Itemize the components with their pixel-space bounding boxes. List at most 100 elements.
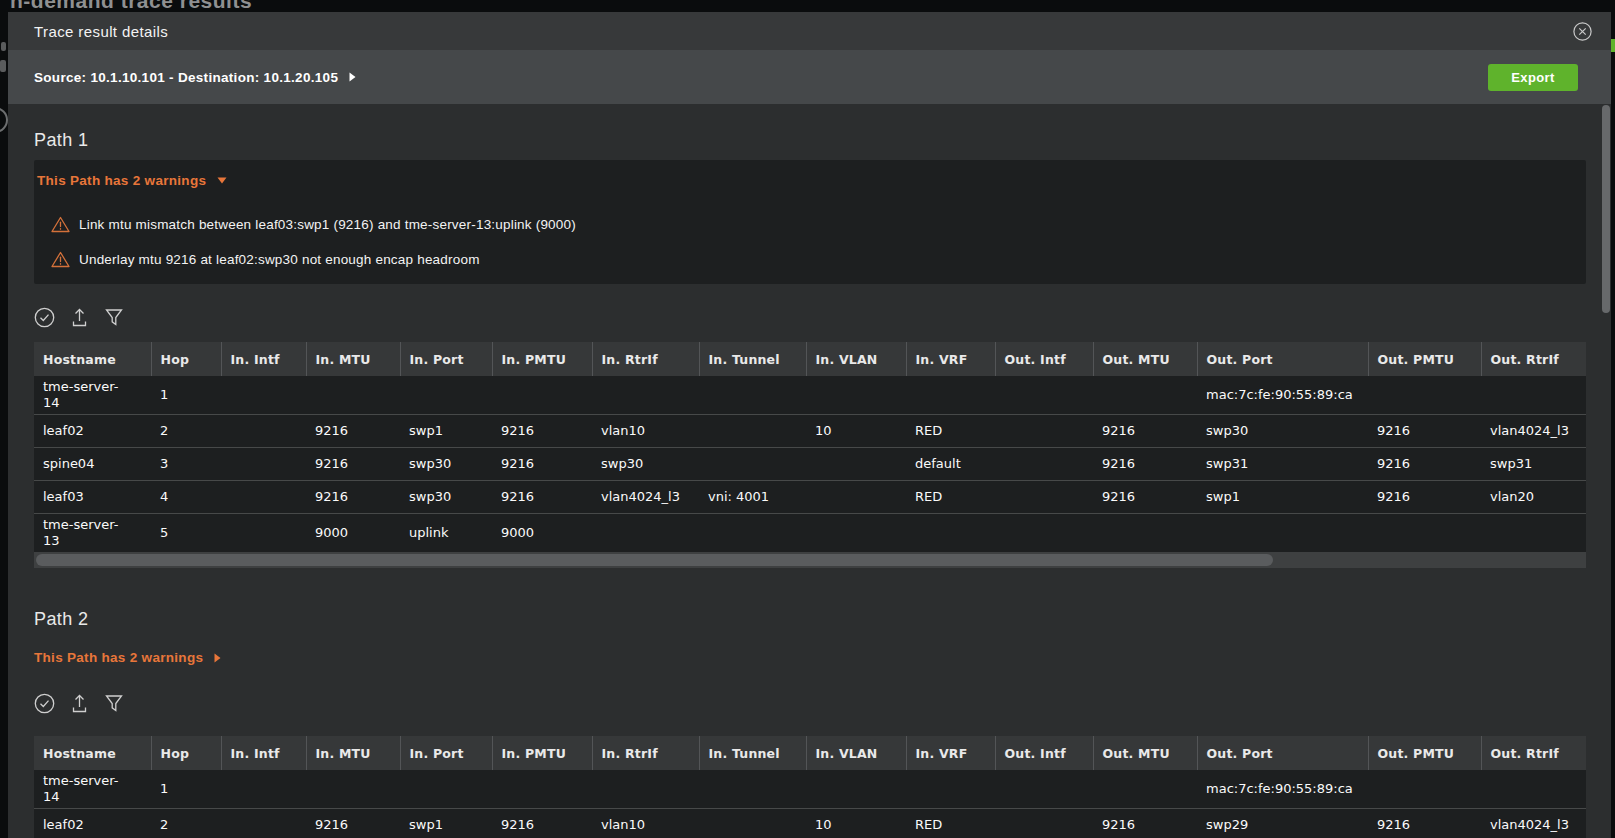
horizontal-scrollbar-thumb[interactable] bbox=[36, 554, 1273, 566]
filter-funnel-icon[interactable] bbox=[104, 307, 124, 328]
cell bbox=[1481, 514, 1586, 553]
column-header-out-pmtu[interactable]: Out. PMTU bbox=[1368, 342, 1481, 376]
modal-body: Path 1 This Path has 2 warnings Link mtu… bbox=[8, 104, 1611, 838]
table-toolbar bbox=[34, 306, 1585, 328]
route-summary-label: Source: 10.1.10.101 - Destination: 10.1.… bbox=[34, 70, 338, 85]
cell bbox=[306, 770, 400, 809]
column-header-in-intf[interactable]: In. Intf bbox=[221, 342, 306, 376]
warnings-summary[interactable]: This Path has 2 warnings bbox=[34, 650, 1585, 665]
warning-triangle-icon bbox=[51, 216, 70, 233]
column-header-in-port[interactable]: In. Port bbox=[400, 736, 492, 770]
cell: 9216 bbox=[1093, 415, 1197, 448]
column-header-out-intf[interactable]: Out. Intf bbox=[995, 342, 1093, 376]
cell: 10 bbox=[806, 415, 906, 448]
column-header-in-mtu[interactable]: In. MTU bbox=[306, 736, 400, 770]
column-header-hostname[interactable]: Hostname bbox=[34, 736, 151, 770]
cell bbox=[806, 514, 906, 553]
column-header-out-mtu[interactable]: Out. MTU bbox=[1093, 736, 1197, 770]
background-icon-fragment bbox=[0, 60, 6, 72]
column-header-out-port[interactable]: Out. Port bbox=[1197, 736, 1368, 770]
cell bbox=[1481, 770, 1586, 809]
cell bbox=[1197, 514, 1368, 553]
cell bbox=[806, 770, 906, 809]
cell: vlan4024_l3 bbox=[592, 481, 699, 514]
cell: 5 bbox=[151, 514, 221, 553]
cell bbox=[1368, 376, 1481, 415]
vertical-scrollbar-thumb[interactable] bbox=[1602, 105, 1610, 313]
cell bbox=[400, 770, 492, 809]
path-title: Path 2 bbox=[34, 609, 1585, 630]
column-header-in-vrf[interactable]: In. VRF bbox=[906, 736, 995, 770]
export-button[interactable]: Export bbox=[1488, 64, 1578, 91]
column-header-out-rtrif[interactable]: Out. RtrIf bbox=[1481, 736, 1586, 770]
cell bbox=[221, 415, 306, 448]
cell: 9216 bbox=[306, 448, 400, 481]
column-header-hostname[interactable]: Hostname bbox=[34, 342, 151, 376]
cell: 9216 bbox=[1093, 481, 1197, 514]
column-header-in-pmtu[interactable]: In. PMTU bbox=[492, 342, 592, 376]
trace-hops-table: HostnameHopIn. IntfIn. MTUIn. PortIn. PM… bbox=[34, 736, 1586, 838]
cell: tme-server-13 bbox=[34, 514, 151, 553]
cell: swp1 bbox=[400, 809, 492, 838]
column-header-in-rtrif[interactable]: In. RtrIf bbox=[592, 736, 699, 770]
trace-result-details-modal: Trace result details Source: 10.1.10.101… bbox=[8, 12, 1611, 838]
cell bbox=[1368, 770, 1481, 809]
column-header-in-vlan[interactable]: In. VLAN bbox=[806, 342, 906, 376]
modal-header: Trace result details bbox=[8, 12, 1611, 50]
select-check-icon[interactable] bbox=[34, 307, 55, 328]
column-header-in-tunnel[interactable]: In. Tunnel bbox=[699, 736, 806, 770]
cell: tme-server-14 bbox=[34, 376, 151, 415]
column-header-hop[interactable]: Hop bbox=[151, 342, 221, 376]
close-icon[interactable] bbox=[1573, 22, 1592, 41]
warning-item: Underlay mtu 9216 at leaf02:swp30 not en… bbox=[51, 251, 1572, 268]
column-header-out-mtu[interactable]: Out. MTU bbox=[1093, 342, 1197, 376]
cell bbox=[1093, 376, 1197, 415]
cell bbox=[806, 376, 906, 415]
cell bbox=[221, 448, 306, 481]
cell: vlan4024_l3 bbox=[1481, 809, 1586, 838]
cell: default bbox=[906, 448, 995, 481]
collapse-caret-icon bbox=[217, 177, 227, 184]
cell: 9216 bbox=[1368, 481, 1481, 514]
cell: swp31 bbox=[1197, 448, 1368, 481]
cell: mac:7c:fe:90:55:89:ca bbox=[1197, 376, 1368, 415]
cell bbox=[592, 514, 699, 553]
cell: 3 bbox=[151, 448, 221, 481]
filter-funnel-icon[interactable] bbox=[104, 693, 124, 714]
column-header-out-intf[interactable]: Out. Intf bbox=[995, 736, 1093, 770]
column-header-hop[interactable]: Hop bbox=[151, 736, 221, 770]
column-header-in-intf[interactable]: In. Intf bbox=[221, 736, 306, 770]
column-header-in-vlan[interactable]: In. VLAN bbox=[806, 736, 906, 770]
cell bbox=[306, 376, 400, 415]
table-row: tme-server-1359000uplink9000 bbox=[34, 514, 1586, 553]
background-page-title: n-demand trace results bbox=[10, 0, 252, 12]
export-upload-icon[interactable] bbox=[70, 693, 89, 714]
cell: leaf03 bbox=[34, 481, 151, 514]
cell bbox=[995, 415, 1093, 448]
cell: 9000 bbox=[492, 514, 592, 553]
column-header-in-tunnel[interactable]: In. Tunnel bbox=[699, 342, 806, 376]
column-header-out-rtrif[interactable]: Out. RtrIf bbox=[1481, 342, 1586, 376]
column-header-in-mtu[interactable]: In. MTU bbox=[306, 342, 400, 376]
column-header-out-port[interactable]: Out. Port bbox=[1197, 342, 1368, 376]
column-header-in-rtrif[interactable]: In. RtrIf bbox=[592, 342, 699, 376]
column-header-in-vrf[interactable]: In. VRF bbox=[906, 342, 995, 376]
column-header-in-port[interactable]: In. Port bbox=[400, 342, 492, 376]
cell: 9216 bbox=[492, 448, 592, 481]
cell: spine04 bbox=[34, 448, 151, 481]
cell: 9216 bbox=[492, 481, 592, 514]
route-summary[interactable]: Source: 10.1.10.101 - Destination: 10.1.… bbox=[34, 70, 356, 85]
cell: 9216 bbox=[492, 809, 592, 838]
cell bbox=[221, 770, 306, 809]
column-header-out-pmtu[interactable]: Out. PMTU bbox=[1368, 736, 1481, 770]
cell: vlan4024_l3 bbox=[1481, 415, 1586, 448]
expand-caret-icon bbox=[349, 72, 356, 82]
warnings-summary[interactable]: This Path has 2 warnings bbox=[37, 173, 1572, 188]
cell bbox=[1093, 770, 1197, 809]
cell: mac:7c:fe:90:55:89:ca bbox=[1197, 770, 1368, 809]
select-check-icon[interactable] bbox=[34, 693, 55, 714]
cell bbox=[699, 809, 806, 838]
export-upload-icon[interactable] bbox=[70, 307, 89, 328]
column-header-in-pmtu[interactable]: In. PMTU bbox=[492, 736, 592, 770]
horizontal-scrollbar[interactable] bbox=[34, 552, 1586, 568]
